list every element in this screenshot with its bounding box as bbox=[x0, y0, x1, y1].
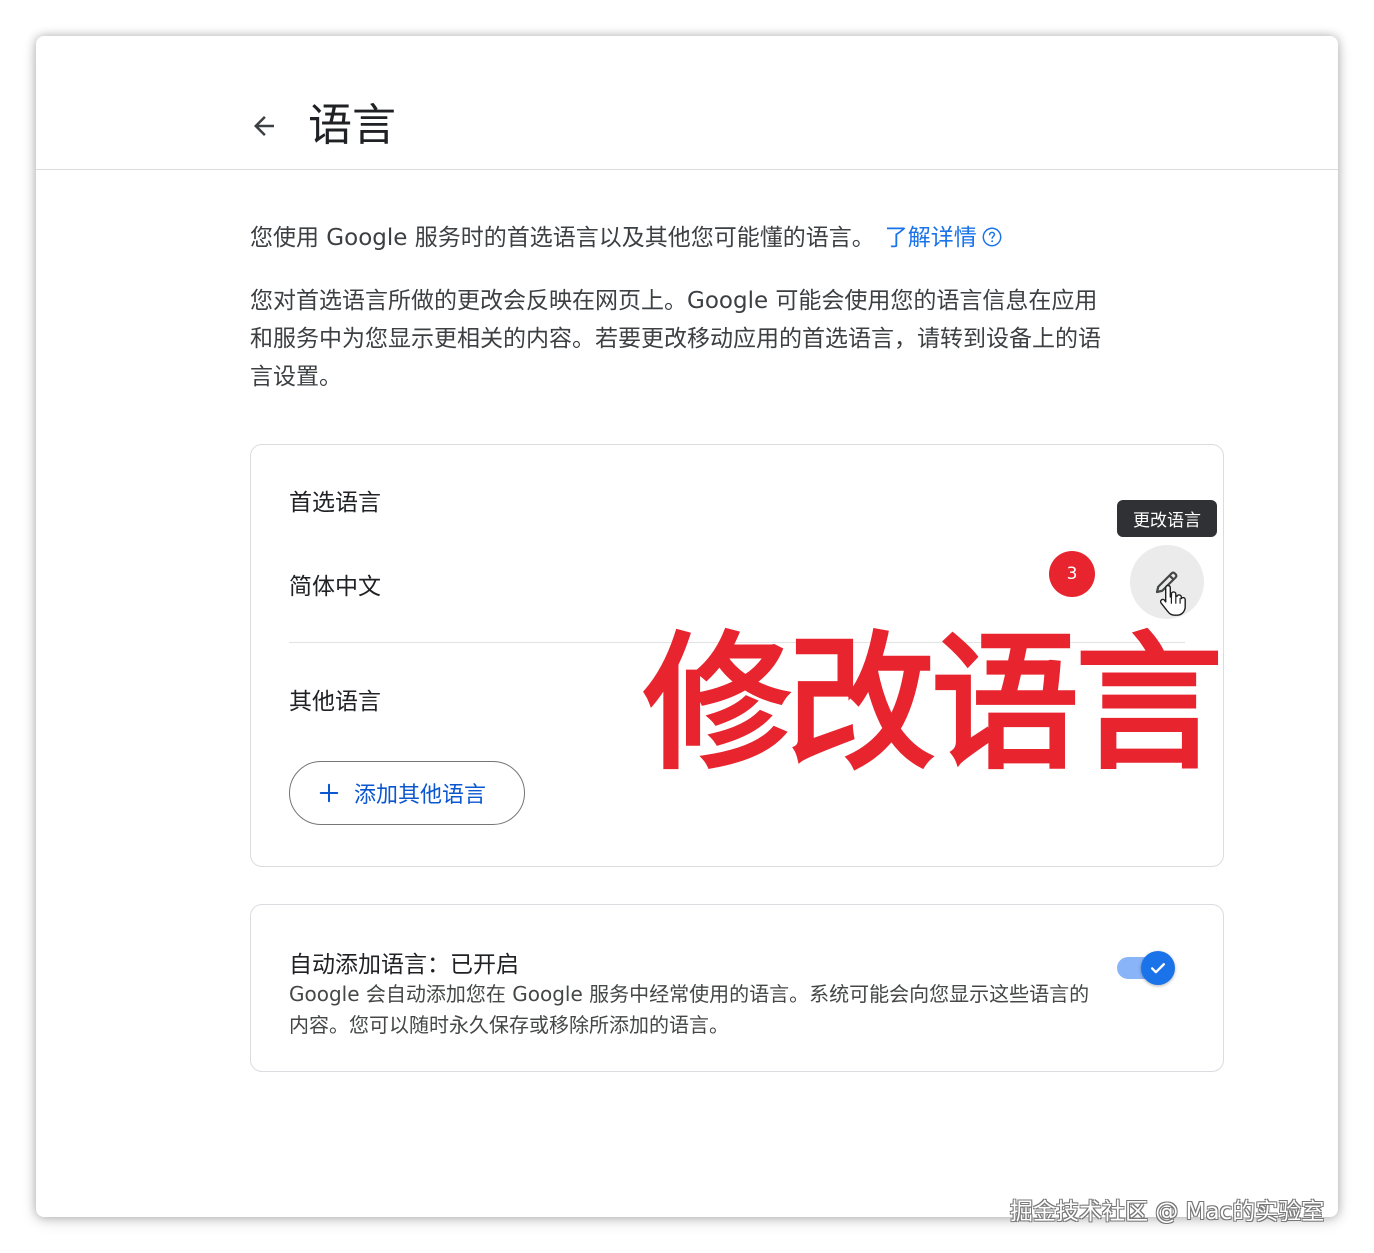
annotation-overlay: 修改语言 bbox=[643, 616, 1223, 790]
intro-text: 您使用 Google 服务时的首选语言以及其他您可能懂的语言。 了解详情 bbox=[250, 220, 1130, 256]
intro-description: 您使用 Google 服务时的首选语言以及其他您可能懂的语言。 bbox=[250, 225, 875, 251]
plus-icon bbox=[318, 782, 340, 804]
add-language-button[interactable]: 添加其他语言 bbox=[289, 761, 525, 825]
page: 语言 您使用 Google 服务时的首选语言以及其他您可能懂的语言。 了解详情 您… bbox=[0, 0, 1374, 1253]
auto-add-title: 自动添加语言：已开启 bbox=[289, 952, 519, 978]
preferred-language-label: 首选语言 bbox=[289, 490, 381, 516]
watermark: 掘金技术社区 @ Mac的实验室 bbox=[1010, 1199, 1325, 1225]
settings-window: 语言 您使用 Google 服务时的首选语言以及其他您可能懂的语言。 了解详情 您… bbox=[36, 36, 1338, 1217]
notice-text: 您对首选语言所做的更改会反映在网页上。Google 可能会使用您的语言信息在应用… bbox=[250, 288, 1101, 390]
back-button[interactable] bbox=[242, 104, 286, 148]
edit-tooltip: 更改语言 bbox=[1117, 500, 1217, 537]
add-language-label: 添加其他语言 bbox=[354, 783, 487, 808]
preferred-language-value: 简体中文 bbox=[289, 574, 381, 600]
learn-more-label: 了解详情 bbox=[884, 225, 977, 251]
auto-add-card: 自动添加语言：已开启 Google 会自动添加您在 Google 服务中经常使用… bbox=[250, 904, 1224, 1072]
toggle-knob bbox=[1141, 951, 1175, 985]
arrow-back-icon bbox=[254, 116, 274, 136]
step-badge: 3 bbox=[1049, 551, 1095, 597]
check-icon bbox=[1151, 963, 1165, 974]
page-title: 语言 bbox=[308, 100, 396, 151]
help-circle-icon bbox=[982, 227, 1002, 247]
learn-more-link[interactable]: 了解详情 bbox=[885, 225, 1003, 251]
auto-add-description: Google 会自动添加您在 Google 服务中经常使用的语言。系统可能会向您… bbox=[289, 982, 1090, 1037]
hand-pointer-icon bbox=[1159, 584, 1186, 616]
auto-add-toggle[interactable] bbox=[1115, 951, 1175, 985]
page-header: 语言 bbox=[36, 36, 1338, 170]
language-card: 首选语言 简体中文 3 更改语言 其他语言 添加其他语言 修改语言 bbox=[250, 444, 1224, 867]
other-languages-label: 其他语言 bbox=[289, 689, 381, 715]
